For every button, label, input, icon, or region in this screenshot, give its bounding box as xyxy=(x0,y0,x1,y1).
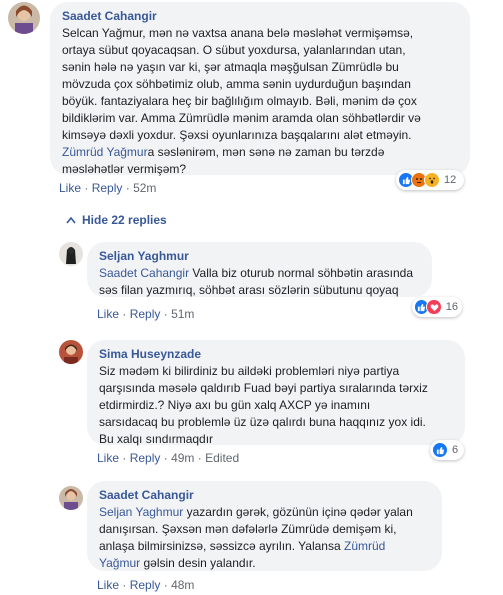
chevron-up-icon xyxy=(66,216,76,224)
reply-bubble: Sima Huseynzade Siz mədəm ki bilirdiniz … xyxy=(87,340,465,446)
reaction-summary[interactable]: 16 xyxy=(412,297,462,317)
hide-replies-button[interactable]: Hide 22 replies xyxy=(66,213,167,227)
mention-link[interactable]: Zümrüd Yağmur xyxy=(62,145,148,159)
edited-label[interactable]: Edited xyxy=(205,451,239,465)
mention-link[interactable]: Seljan Yaghmur xyxy=(99,505,183,519)
like-reaction-icon xyxy=(432,442,448,458)
comment-author[interactable]: Sima Huseynzade xyxy=(99,347,453,361)
comment-author[interactable]: Saadet Cahangir xyxy=(62,9,458,23)
comment-actions: Like · Reply · 51m xyxy=(97,307,195,321)
reaction-summary[interactable]: 12 xyxy=(396,170,464,190)
comment-text: Siz mədəm ki bilirdiniz bu aildəki probl… xyxy=(99,364,428,446)
love-reaction-icon xyxy=(426,299,442,315)
comment-actions: Like · Reply · 49m · Edited xyxy=(97,451,240,465)
comment-author[interactable]: Saadet Cahangir xyxy=(99,488,430,502)
avatar[interactable] xyxy=(8,2,40,34)
avatar[interactable] xyxy=(59,486,83,510)
comment-text: Selcan Yağmur, mən nə vaxtsa anana belə … xyxy=(62,26,421,176)
wow-reaction-icon xyxy=(424,172,440,188)
timestamp[interactable]: 52m xyxy=(133,181,156,195)
reaction-summary[interactable]: 6 xyxy=(430,440,464,460)
mention-link[interactable]: Saadet Cahangir xyxy=(99,266,189,280)
timestamp[interactable]: 51m xyxy=(171,307,194,321)
avatar[interactable] xyxy=(59,242,83,266)
comment-text: Seljan Yaghmur yazardın gərək, gözünün i… xyxy=(99,505,413,570)
reaction-count: 12 xyxy=(444,174,457,186)
timestamp[interactable]: 49m xyxy=(171,451,194,465)
comment-author[interactable]: Seljan Yaghmur xyxy=(99,249,420,263)
like-button[interactable]: Like xyxy=(97,578,119,592)
comment-text: Saadet Cahangir Valla biz oturub normal … xyxy=(99,266,413,297)
timestamp[interactable]: 48m xyxy=(171,578,194,592)
comment-actions: Like · Reply · 52m xyxy=(59,181,157,195)
reply-button[interactable]: Reply xyxy=(130,307,161,321)
avatar[interactable] xyxy=(59,340,83,364)
reaction-count: 6 xyxy=(452,444,459,456)
reply-button[interactable]: Reply xyxy=(130,578,161,592)
reply-bubble: Seljan Yaghmur Saadet Cahangir Valla biz… xyxy=(87,242,432,297)
like-button[interactable]: Like xyxy=(97,307,119,321)
like-button[interactable]: Like xyxy=(97,451,119,465)
like-button[interactable]: Like xyxy=(59,181,81,195)
comment-actions: Like · Reply · 48m xyxy=(97,578,195,592)
reply-button[interactable]: Reply xyxy=(92,181,123,195)
reaction-count: 16 xyxy=(445,301,458,313)
comment-bubble: Saadet Cahangir Selcan Yağmur, mən nə va… xyxy=(50,2,470,176)
reply-bubble: Saadet Cahangir Seljan Yaghmur yazardın … xyxy=(87,481,442,571)
reply-button[interactable]: Reply xyxy=(130,451,161,465)
